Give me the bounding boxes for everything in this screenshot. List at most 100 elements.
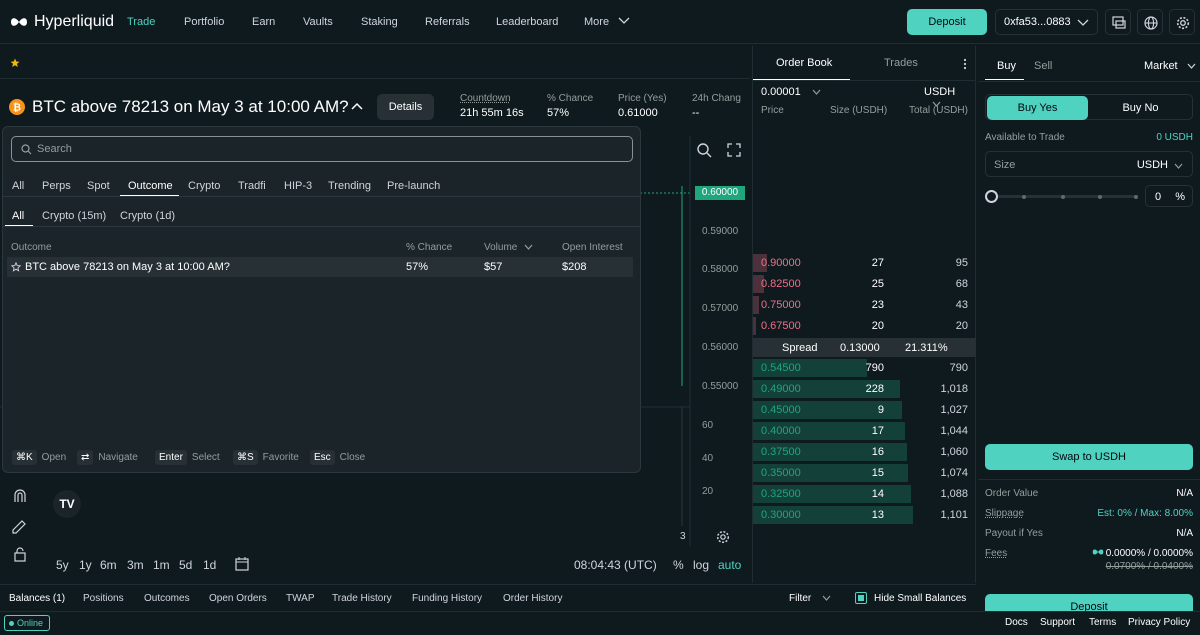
slider-handle[interactable]	[985, 190, 998, 203]
star-icon[interactable]	[10, 58, 20, 68]
tab-trade-history[interactable]: Trade History	[332, 593, 392, 604]
chart-settings-icon[interactable]	[716, 530, 730, 544]
tab-perps[interactable]: Perps	[42, 180, 71, 192]
bid-row[interactable]: 0.45000 9 1,027	[753, 400, 976, 420]
auto-toggle[interactable]: auto	[718, 558, 741, 572]
fees-label[interactable]: Fees	[985, 548, 1007, 559]
nav-leaderboard[interactable]: Leaderboard	[496, 16, 558, 28]
order-type-select[interactable]: Market	[1144, 60, 1196, 72]
ask-row[interactable]: 0.75000 23 43	[753, 295, 976, 315]
market-title[interactable]: BTC above 78213 on May 3 at 10:00 AM?	[32, 97, 349, 117]
tab-spot[interactable]: Spot	[87, 180, 110, 192]
bid-row[interactable]: 0.37500 16 1,060	[753, 442, 976, 462]
nav-earn[interactable]: Earn	[252, 16, 275, 28]
tab-twap[interactable]: TWAP	[286, 593, 315, 604]
language-button[interactable]	[1137, 9, 1163, 35]
ask-row[interactable]: 0.67500 20 20	[753, 316, 976, 336]
nav-staking[interactable]: Staking	[361, 16, 398, 28]
swap-button[interactable]: Swap to USDH	[985, 444, 1193, 470]
buy-yes-button[interactable]: Buy Yes	[987, 96, 1088, 120]
tradingview-logo-icon[interactable]: TV	[53, 490, 81, 518]
draw-tool-icon[interactable]	[11, 516, 29, 534]
settings-button[interactable]	[1169, 9, 1195, 35]
wallet-button[interactable]: 0xfa53...0883	[995, 9, 1098, 35]
tab-outcome[interactable]: Outcome	[128, 180, 173, 192]
zoom-icon[interactable]	[696, 142, 712, 158]
more-options-icon[interactable]	[963, 58, 967, 70]
footer-link-privacy[interactable]: Privacy Policy	[1128, 617, 1190, 628]
star-outline-icon[interactable]	[11, 262, 21, 272]
size-input[interactable]: Size USDH	[985, 151, 1193, 177]
details-button[interactable]: Details	[377, 94, 434, 120]
tick-size-select[interactable]: 0.00001	[761, 86, 821, 98]
tab-buy[interactable]: Buy	[997, 60, 1016, 72]
hide-small-label[interactable]: Hide Small Balances	[874, 593, 966, 604]
timeframe-1m[interactable]: 1m	[153, 558, 170, 572]
footer-link-support[interactable]: Support	[1040, 617, 1075, 628]
fullscreen-icon[interactable]	[727, 143, 741, 157]
timeframe-3m[interactable]: 3m	[127, 558, 144, 572]
tab-balances[interactable]: Balances (1)	[9, 593, 65, 604]
subtab-all[interactable]: All	[12, 210, 24, 222]
timeframe-1y[interactable]: 1y	[79, 558, 92, 572]
calendar-icon[interactable]	[234, 556, 250, 572]
timeframe-5y[interactable]: 5y	[56, 558, 69, 572]
tab-crypto[interactable]: Crypto	[188, 180, 220, 192]
tab-funding-history[interactable]: Funding History	[412, 593, 482, 604]
hide-small-checkbox[interactable]	[855, 592, 867, 604]
chevron-up-icon[interactable]	[351, 102, 363, 110]
tab-pre-launch[interactable]: Pre-launch	[387, 180, 440, 192]
bid-row[interactable]: 0.40000 17 1,044	[753, 421, 976, 441]
column-open-interest[interactable]: Open Interest	[562, 242, 623, 253]
tab-order-book[interactable]: Order Book	[776, 57, 832, 69]
bid-row[interactable]: 0.30000 13 1,101	[753, 505, 976, 525]
magnet-icon[interactable]	[12, 488, 28, 504]
ask-row[interactable]: 0.82500 25 68	[753, 274, 976, 294]
bid-row[interactable]: 0.32500 14 1,088	[753, 484, 976, 504]
buy-no-button[interactable]: Buy No	[1090, 96, 1191, 120]
slippage-value[interactable]: Est: 0% / Max: 8.00%	[1097, 508, 1193, 519]
nav-more[interactable]: More	[584, 16, 630, 28]
nav-vaults[interactable]: Vaults	[303, 16, 333, 28]
timeframe-6m[interactable]: 6m	[100, 558, 117, 572]
bid-row[interactable]: 0.35000 15 1,074	[753, 463, 976, 483]
timeframe-1d[interactable]: 1d	[203, 558, 216, 572]
tab-sell[interactable]: Sell	[1034, 60, 1052, 72]
footer-link-terms[interactable]: Terms	[1089, 617, 1116, 628]
tab-hip3[interactable]: HIP-3	[284, 180, 312, 192]
ask-row[interactable]: 0.90000 27 95	[753, 253, 976, 273]
percent-toggle[interactable]: %	[673, 558, 684, 572]
nav-portfolio[interactable]: Portfolio	[184, 16, 224, 28]
deposit-button[interactable]: Deposit	[907, 9, 987, 35]
brand-logo[interactable]: Hyperliquid	[10, 13, 114, 31]
nav-trade[interactable]: Trade	[127, 16, 155, 28]
slippage-label[interactable]: Slippage	[985, 508, 1024, 519]
search-input[interactable]: Search	[11, 136, 633, 162]
subtab-crypto-15m[interactable]: Crypto (15m)	[42, 210, 106, 222]
size-unit[interactable]: USDH	[1137, 159, 1168, 171]
tab-all[interactable]: All	[12, 180, 24, 192]
table-row[interactable]: BTC above 78213 on May 3 at 10:00 AM? 57…	[7, 257, 633, 277]
column-chance[interactable]: % Chance	[406, 242, 452, 253]
footer-link-docs[interactable]: Docs	[1005, 617, 1028, 628]
log-toggle[interactable]: log	[693, 558, 709, 572]
tab-trending[interactable]: Trending	[328, 180, 371, 192]
filter-select[interactable]: Filter	[789, 593, 831, 604]
timeframe-5d[interactable]: 5d	[179, 558, 192, 572]
column-volume[interactable]: Volume	[484, 242, 533, 253]
tab-positions[interactable]: Positions	[83, 593, 124, 604]
subtab-crypto-1d[interactable]: Crypto (1d)	[120, 210, 175, 222]
bid-row[interactable]: 0.49000 228 1,018	[753, 379, 976, 399]
utc-clock[interactable]: 08:04:43 (UTC)	[574, 558, 657, 572]
tab-order-history[interactable]: Order History	[503, 593, 562, 604]
bid-row[interactable]: 0.54500 790 790	[753, 358, 976, 378]
tab-open-orders[interactable]: Open Orders	[209, 593, 267, 604]
tab-tradfi[interactable]: Tradfi	[238, 180, 266, 192]
column-outcome[interactable]: Outcome	[11, 242, 52, 253]
tab-trades[interactable]: Trades	[884, 57, 918, 69]
tab-outcomes[interactable]: Outcomes	[144, 593, 190, 604]
notifications-button[interactable]	[1105, 9, 1131, 35]
nav-referrals[interactable]: Referrals	[425, 16, 470, 28]
size-slider[interactable]	[985, 190, 1140, 203]
size-percent-input[interactable]: 0 %	[1145, 185, 1193, 207]
